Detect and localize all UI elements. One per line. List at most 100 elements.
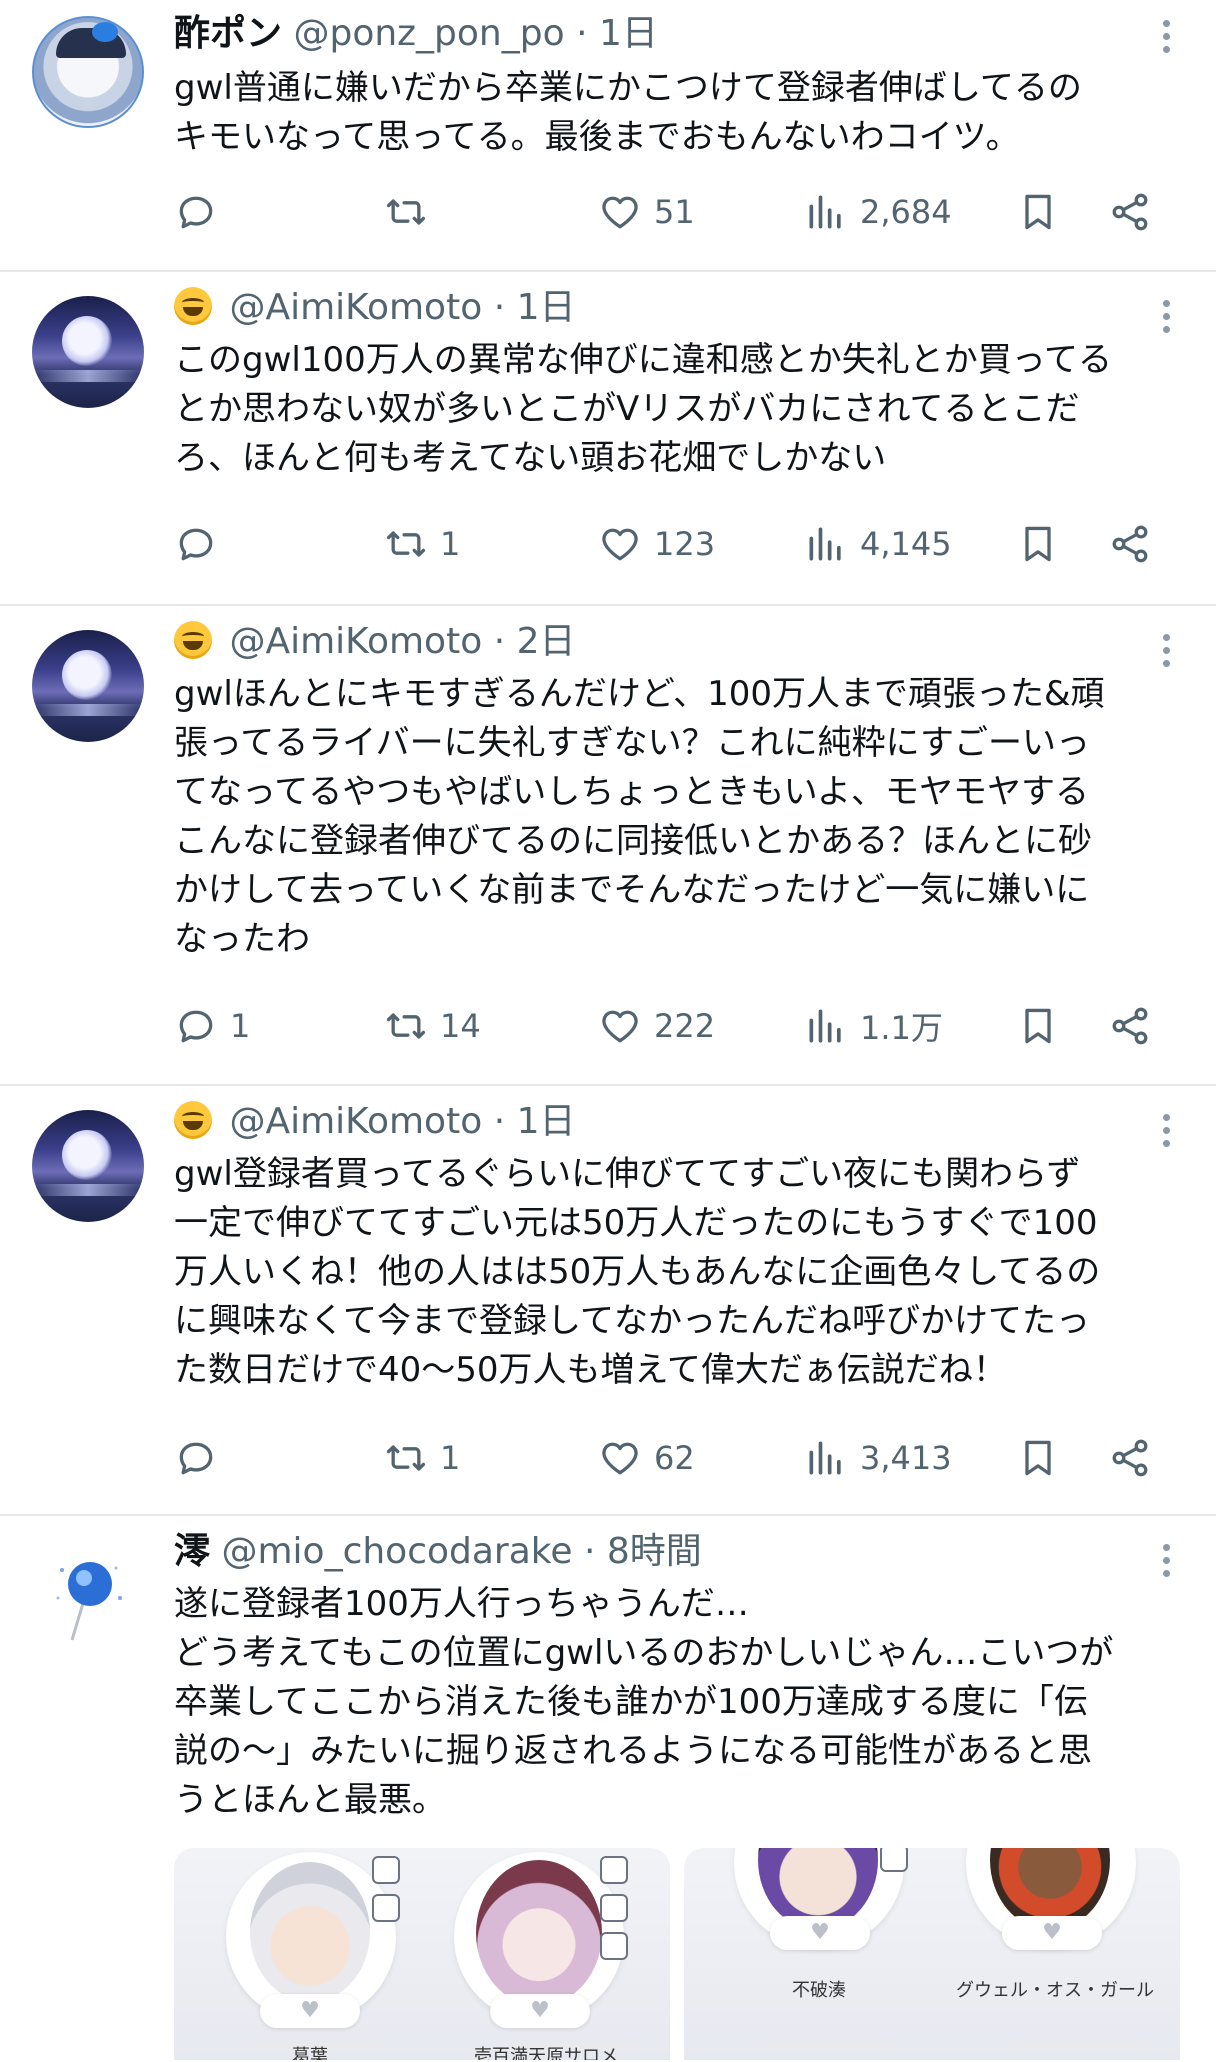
views-button[interactable]: 1.1万 [804,996,943,1056]
retweet-button[interactable]: 1 [384,1428,460,1488]
timestamp[interactable]: 1日 [599,13,658,54]
retweet-button[interactable]: 1 [384,514,460,574]
heart-icon[interactable]: ♥ [770,1916,870,1950]
like-button[interactable]: 222 [598,996,715,1056]
more-icon[interactable] [1162,300,1170,333]
avatar[interactable] [32,630,144,742]
action-bar: 51 2,684 [174,182,1174,242]
retweet-count: 1 [440,1439,461,1477]
separator-dot: · [493,1101,506,1142]
heart-icon [602,528,638,561]
display-name[interactable]: 酢ポン [174,13,282,54]
retweet-icon [386,1013,426,1039]
tweet[interactable]: @AimiKomoto · 2日 gwlほんとにキモすぎるんだけど、100万人ま… [0,606,1216,1086]
view-count: 1.1万 [860,1009,943,1047]
share-button[interactable] [1108,182,1152,242]
character-portrait [250,1862,370,2002]
like-button[interactable]: 51 [598,182,695,242]
heart-icon[interactable]: ♥ [1002,1916,1102,1950]
timestamp[interactable]: 8時間 [607,1531,702,1572]
user-handle[interactable]: @AimiKomoto [229,621,482,662]
share-button[interactable] [1108,996,1152,1056]
more-icon[interactable] [1162,1544,1170,1577]
reply-button[interactable]: 1 [174,996,250,1056]
heart-icon[interactable]: ♥ [490,1994,590,2028]
retweet-button[interactable] [384,182,440,242]
reply-icon [179,528,213,561]
reply-icon [179,196,213,229]
avatar[interactable] [32,296,144,408]
badge-icon [600,1856,628,1884]
user-handle[interactable]: @AimiKomoto [229,287,482,328]
views-icon [809,195,841,229]
separator-dot: · [576,13,588,54]
bookmark-button[interactable] [1016,182,1060,242]
reply-icon [179,1010,213,1043]
bookmark-icon [1025,1008,1051,1044]
reply-button[interactable] [174,514,230,574]
retweet-icon [386,199,426,225]
tweet-text: gwl登録者買ってるぐらいに伸びててすごい夜にも関わらず 一定で伸びててすごい元… [174,1154,1101,1390]
badge-icon [600,1894,628,1922]
avatar[interactable] [32,1110,144,1222]
tweet-header: 酢ポン @ponz_pon_po · 1日 [174,12,658,56]
separator-dot: · [493,287,506,328]
character-name: グウェル・オス・ガール [956,1980,1154,2001]
like-count: 123 [654,525,716,563]
like-count: 222 [654,1007,716,1045]
share-button[interactable] [1108,1428,1152,1488]
tweet[interactable]: @AimiKomoto · 1日 gwl登録者買ってるぐらいに伸びててすごい夜に… [0,1086,1216,1516]
action-bar: 1 123 4,145 [174,514,1174,574]
timestamp[interactable]: 1日 [517,1101,576,1142]
tweet-text: 遂に登録者100万人行っちゃうんだ… どう考えてもこの位置にgwlいるのおかしい… [174,1584,1114,1820]
share-icon [1112,525,1148,563]
views-icon [809,527,841,561]
tweet-header: @AimiKomoto · 1日 [174,1100,576,1144]
reply-count: 1 [230,1007,251,1045]
grinning-face-emoji [174,287,212,325]
views-button[interactable]: 4,145 [804,514,952,574]
bookmark-button[interactable] [1016,996,1060,1056]
like-button[interactable]: 123 [598,514,715,574]
heart-icon[interactable]: ♥ [260,1994,360,2028]
share-button[interactable] [1108,514,1152,574]
bookmark-icon [1025,194,1051,230]
timestamp[interactable]: 2日 [517,621,576,662]
reply-button[interactable] [174,1428,230,1488]
user-handle[interactable]: @ponz_pon_po [293,13,564,54]
like-count: 51 [654,193,695,231]
retweet-count: 1 [440,525,461,563]
tweet[interactable]: 酢ポン @ponz_pon_po · 1日 gwl普通に嫌いだから卒業にかこつけ… [0,0,1216,272]
bookmark-button[interactable] [1016,1428,1060,1488]
more-icon[interactable] [1162,1114,1170,1147]
media-image-left[interactable]: ♥ 葛葉 ♥ 壱百満天原サロメ [174,1848,670,2060]
like-count: 62 [654,1439,695,1477]
more-icon[interactable] [1162,20,1170,53]
views-button[interactable]: 2,684 [804,182,952,242]
tweet-header: @AimiKomoto · 2日 [174,620,576,664]
tweet-header: 澪 @mio_chocodarake · 8時間 [174,1530,702,1574]
reply-button[interactable] [174,182,230,242]
heart-icon [602,1010,638,1043]
grinning-face-emoji [174,1101,212,1139]
user-handle[interactable]: @AimiKomoto [229,1101,482,1142]
badge-icon [372,1856,400,1884]
avatar[interactable] [32,1540,144,1652]
separator-dot: · [493,621,506,662]
reply-icon [179,1442,213,1475]
user-handle[interactable]: @mio_chocodarake [221,1531,572,1572]
display-name[interactable]: 澪 [174,1531,210,1572]
views-button[interactable]: 3,413 [804,1428,952,1488]
avatar[interactable] [32,16,144,128]
tweet[interactable]: @AimiKomoto · 1日 このgwl100万人の異常な伸びに違和感とか失… [0,272,1216,606]
heart-icon [602,1442,638,1475]
timestamp[interactable]: 1日 [517,287,576,328]
media-image-right[interactable]: ♥ 不破湊 ♥ グウェル・オス・ガール [684,1848,1180,2060]
like-button[interactable]: 62 [598,1428,695,1488]
character-name: 不破湊 [792,1980,846,2001]
tweet-text: このgwl100万人の異常な伸びに違和感とか失礼とか買ってる とか思わない奴が多… [174,340,1113,478]
bookmark-button[interactable] [1016,514,1060,574]
more-icon[interactable] [1162,634,1170,667]
view-count: 2,684 [860,193,952,231]
retweet-button[interactable]: 14 [384,996,481,1056]
